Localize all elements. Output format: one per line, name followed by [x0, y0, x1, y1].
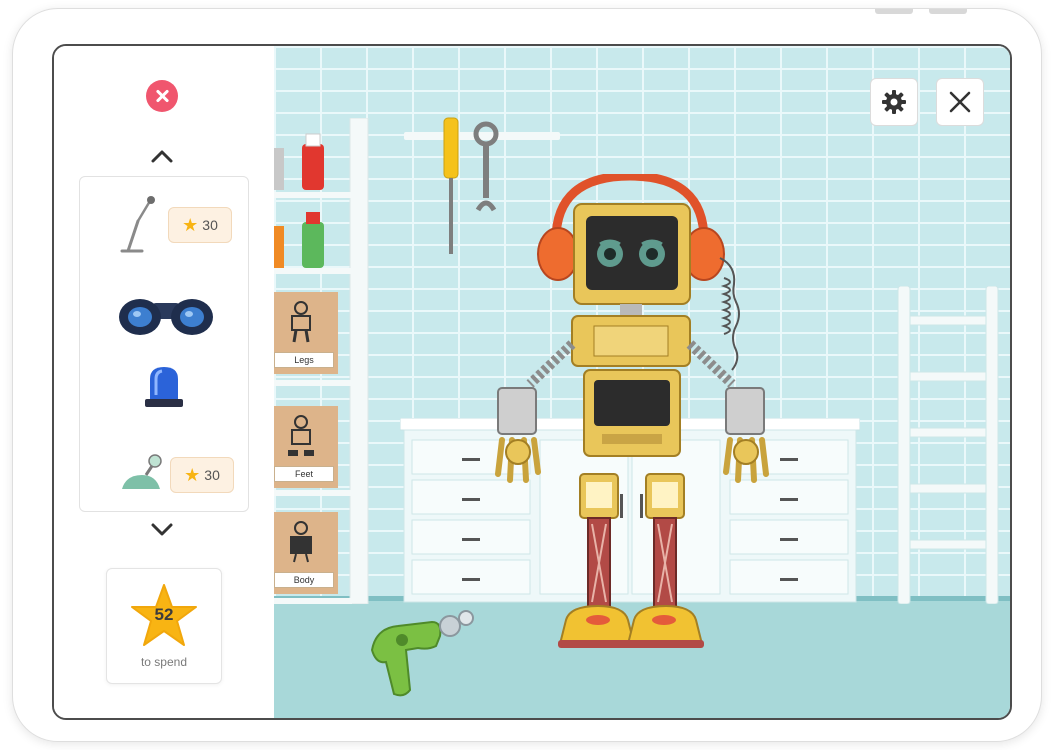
- settings-button[interactable]: [870, 78, 918, 126]
- siren-light-item[interactable]: [142, 363, 186, 411]
- ladder: [897, 286, 999, 604]
- star-balance-label: to spend: [140, 655, 188, 669]
- microphone-icon: [120, 196, 155, 253]
- robot-part-icon: [291, 301, 311, 343]
- siren-light-icon: [145, 367, 183, 407]
- robot-part-icon: [290, 521, 312, 563]
- tablet-power-button: [929, 9, 967, 14]
- chevron-up-icon[interactable]: [150, 146, 174, 166]
- shelf-card-label: Feet: [274, 466, 334, 482]
- close-button[interactable]: [936, 78, 984, 126]
- joystick-price: 30: [204, 467, 220, 483]
- shelf-card-feet[interactable]: Feet: [274, 406, 338, 488]
- star-icon: ★: [182, 214, 199, 235]
- microphone-item[interactable]: [120, 195, 160, 253]
- joystick-price-tag[interactable]: ★ 30: [170, 457, 234, 493]
- shelf-card-label: Body: [274, 572, 334, 588]
- shelf-card-label: Legs: [274, 352, 334, 368]
- ray-gun-toy[interactable]: [366, 606, 476, 700]
- item-list[interactable]: ★ 30 ★ 30: [79, 176, 249, 512]
- joystick-icon: [122, 454, 162, 489]
- joystick-item[interactable]: [120, 453, 168, 493]
- microphone-price: 30: [202, 217, 218, 233]
- shelf-card-body[interactable]: Body: [274, 512, 338, 594]
- robot-character[interactable]: [474, 174, 804, 654]
- robot-part-icon: [288, 415, 314, 456]
- item-sidebar: ★ 30 ★ 30 52 to spend: [54, 46, 275, 718]
- binoculars-icon: [119, 299, 213, 335]
- star-icon: ★: [184, 464, 201, 485]
- tablet-volume-button: [875, 9, 913, 14]
- close-sidebar-button[interactable]: [146, 80, 178, 112]
- chevron-down-icon[interactable]: [150, 520, 174, 540]
- gear-icon: [882, 90, 906, 114]
- star-balance: 52: [154, 605, 174, 624]
- close-icon: [949, 91, 971, 113]
- microphone-price-tag[interactable]: ★ 30: [168, 207, 232, 243]
- binoculars-item[interactable]: [118, 295, 214, 337]
- shelf-card-legs[interactable]: Legs: [274, 292, 338, 374]
- workshop-scene: Legs Feet Body: [274, 46, 1010, 718]
- app-screen: ★ 30 ★ 30 52 to spend Legs Feet Body: [52, 44, 1012, 720]
- star-balance-card: 52 to spend: [106, 568, 222, 684]
